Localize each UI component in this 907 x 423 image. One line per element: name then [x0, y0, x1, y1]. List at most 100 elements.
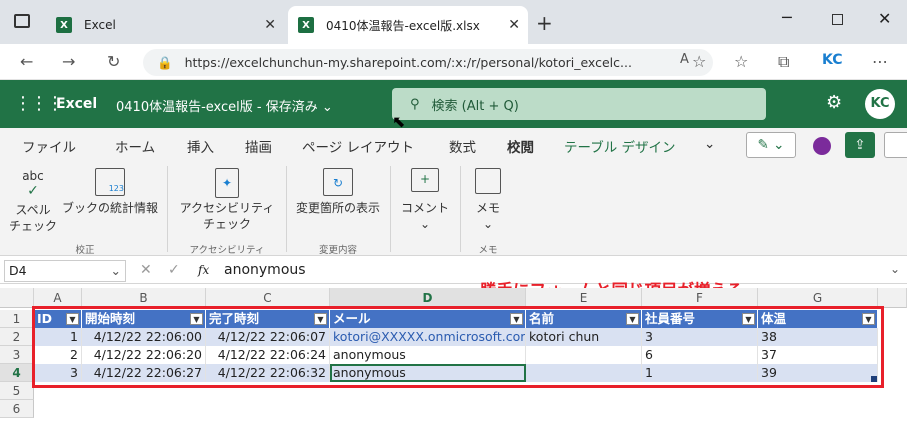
- ribbon-tabs: ファイル ホーム 挿入 描画 ページ レイアウト 数式 校閲 テーブル デザイン…: [0, 128, 907, 163]
- tab-label: 0410体温報告-excel版.xlsx: [326, 18, 480, 33]
- column-header-a[interactable]: A: [34, 288, 82, 308]
- browser-tab-workbook[interactable]: X 0410体温報告-excel版.xlsx ✕: [288, 6, 528, 44]
- profile-avatar[interactable]: KC: [822, 52, 843, 68]
- more-tabs-icon[interactable]: ⌄: [704, 136, 715, 152]
- notes-label: メモ: [475, 201, 500, 215]
- group-changes-label: 変更内容: [318, 245, 357, 256]
- formula-input[interactable]: anonymous: [224, 262, 306, 278]
- close-icon[interactable]: ✕: [264, 17, 276, 33]
- column-header-d[interactable]: D: [330, 288, 526, 308]
- address-bar: ← → ↻ 🔒 https://excelchunchun-my.sharepo…: [0, 44, 907, 80]
- accessibility-icon: ✦: [215, 168, 239, 198]
- tab-table-design[interactable]: テーブル デザイン: [564, 136, 675, 156]
- formula-bar: D4 ⌄ ✕ ✓ fx anonymous ⌄: [0, 258, 907, 284]
- tab-review[interactable]: 校閲: [507, 136, 534, 163]
- window-icon[interactable]: [14, 14, 30, 28]
- spell-check-label: スペル チェック: [8, 203, 57, 233]
- app-name: Excel: [56, 96, 98, 112]
- group-proofing-label: 校正: [75, 245, 95, 256]
- column-header-c[interactable]: C: [206, 288, 330, 308]
- tab-file[interactable]: ファイル: [22, 136, 76, 156]
- browser-tab-bar: X Excel ✕ X 0410体温報告-excel版.xlsx ✕ + ─ ✕: [0, 0, 907, 44]
- search-icon: ⚲: [410, 96, 420, 112]
- maximize-icon[interactable]: [832, 14, 843, 25]
- name-box[interactable]: D4 ⌄: [4, 260, 126, 282]
- favorites-icon[interactable]: ☆: [734, 52, 748, 71]
- spell-check-icon: abc: [22, 169, 44, 183]
- share-button[interactable]: ⇪: [845, 132, 875, 158]
- tab-draw[interactable]: 描画: [245, 136, 272, 156]
- document-title-text: 0410体温報告-excel版 - 保存済み: [116, 100, 318, 115]
- excel-icon: X: [56, 17, 72, 33]
- column-header-h[interactable]: [878, 288, 907, 308]
- statistics-icon: 123: [95, 168, 125, 196]
- comment-label: コメント: [400, 201, 449, 215]
- refresh-icon[interactable]: ↻: [107, 52, 120, 71]
- highlight-box: [32, 306, 884, 388]
- avatar[interactable]: KC: [865, 89, 895, 119]
- browser-tab-excel[interactable]: X Excel ✕: [46, 6, 284, 44]
- spreadsheet-grid: A B C D E F G 1 2 3 4 5 6 ID ▼ 開始時刻 ▼ 完了時刻…: [0, 288, 907, 423]
- chevron-down-icon: ⌄: [482, 217, 494, 231]
- name-box-value: D4: [9, 263, 27, 278]
- forward-icon[interactable]: →: [62, 52, 75, 71]
- row-header-6[interactable]: 6: [0, 400, 34, 418]
- tab-page-layout[interactable]: ページ レイアウト: [302, 136, 414, 156]
- close-window-icon[interactable]: ✕: [878, 9, 891, 28]
- tab-formulas[interactable]: 数式: [449, 136, 476, 156]
- new-tab-icon[interactable]: +: [536, 11, 553, 35]
- show-changes-button[interactable]: ↻ 変更箇所の表示: [292, 168, 384, 216]
- comment-button[interactable]: + コメント ⌄: [396, 168, 454, 232]
- settings-icon[interactable]: ⚙: [826, 92, 842, 113]
- tab-home[interactable]: ホーム: [115, 136, 155, 156]
- row-header-5[interactable]: 5: [0, 382, 34, 400]
- row-header-1[interactable]: 1: [0, 310, 34, 328]
- search-placeholder: 検索 (Alt + Q): [431, 98, 519, 114]
- divider: [460, 166, 461, 252]
- lock-icon: 🔒: [157, 54, 173, 70]
- read-aloud-icon[interactable]: A: [680, 52, 689, 67]
- accessibility-check-button[interactable]: ✦ アクセシビリティ チェック: [174, 168, 280, 232]
- minimize-icon[interactable]: ─: [782, 8, 792, 27]
- chevron-down-icon: ⌄: [321, 100, 333, 115]
- document-title[interactable]: 0410体温報告-excel版 - 保存済み ⌄: [116, 96, 333, 115]
- insert-function-icon[interactable]: fx: [198, 263, 209, 277]
- comment-icon: +: [411, 168, 439, 192]
- row-header-3[interactable]: 3: [0, 346, 34, 364]
- column-header-f[interactable]: F: [642, 288, 758, 308]
- chevron-down-icon: ⌄: [110, 263, 121, 278]
- url-text: https://excelchunchun-my.sharepoint.com/…: [184, 55, 632, 70]
- cancel-icon[interactable]: ✕: [140, 262, 152, 278]
- show-changes-label: 変更箇所の表示: [295, 201, 380, 215]
- enter-icon[interactable]: ✓: [168, 262, 180, 278]
- expand-formula-icon[interactable]: ⌄: [890, 262, 900, 276]
- chevron-down-icon: ⌄: [419, 217, 431, 231]
- spell-check-button[interactable]: abc ✓ スペル チェック: [6, 168, 60, 234]
- divider: [390, 166, 391, 252]
- workbook-statistics-button[interactable]: 123 ブックの統計情報: [60, 168, 160, 216]
- back-icon[interactable]: ←: [20, 52, 33, 71]
- comments-button[interactable]: [884, 132, 907, 158]
- tab-label: Excel: [84, 18, 116, 32]
- row-header-4[interactable]: 4: [0, 364, 34, 382]
- accessibility-label: アクセシビリティ チェック: [179, 201, 275, 231]
- editing-mode-button[interactable]: ✎ ⌄: [746, 132, 796, 158]
- column-header-g[interactable]: G: [758, 288, 878, 308]
- column-header-b[interactable]: B: [82, 288, 206, 308]
- check-mark-icon: ✓: [27, 183, 39, 199]
- divider: [286, 166, 287, 252]
- app-launcher-icon[interactable]: ⋮⋮⋮: [14, 93, 64, 114]
- column-header-e[interactable]: E: [526, 288, 642, 308]
- url-field[interactable]: 🔒 https://excelchunchun-my.sharepoint.co…: [143, 49, 713, 76]
- more-icon[interactable]: ⋯: [872, 52, 888, 71]
- row-header-2[interactable]: 2: [0, 328, 34, 346]
- collections-icon[interactable]: ⧉: [778, 52, 789, 72]
- excel-icon: X: [298, 17, 314, 33]
- select-all-corner[interactable]: [0, 288, 34, 308]
- tab-insert[interactable]: 挿入: [187, 136, 214, 156]
- add-favorite-icon[interactable]: ☆: [692, 52, 706, 71]
- user-icon[interactable]: [813, 137, 831, 155]
- close-icon[interactable]: ✕: [508, 17, 520, 33]
- search-input[interactable]: ⚲ 検索 (Alt + Q): [392, 88, 766, 120]
- notes-button[interactable]: メモ ⌄: [466, 168, 510, 232]
